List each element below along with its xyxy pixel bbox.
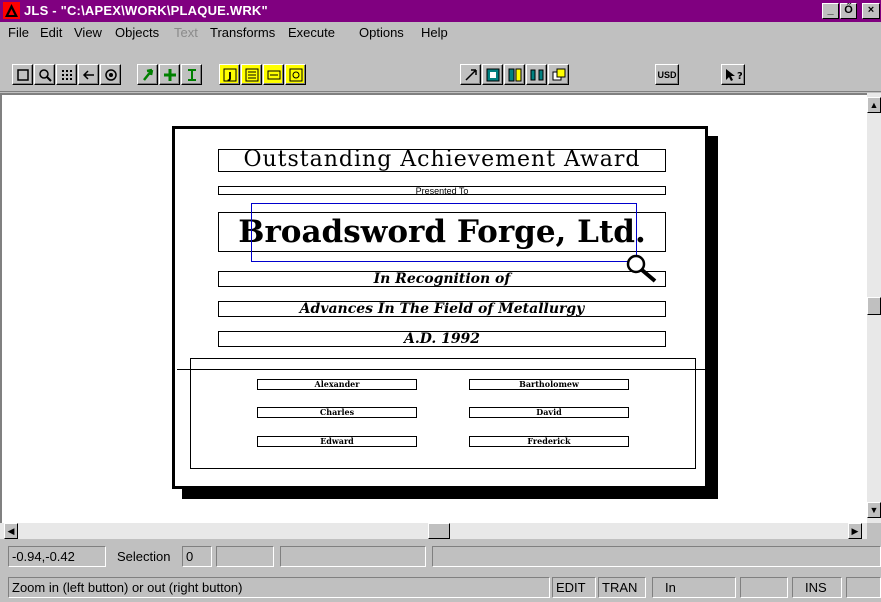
fit-icon: [486, 68, 499, 81]
signer-left-2[interactable]: Charles: [257, 407, 417, 418]
status-field-a: [216, 546, 274, 567]
horizontal-scrollbar[interactable]: ◀ ▶: [0, 523, 867, 539]
transform-icon: [552, 68, 565, 80]
menu-text[interactable]: Text: [174, 25, 198, 40]
green-arrow-icon: [142, 68, 153, 81]
zoom-tool[interactable]: [34, 64, 55, 85]
svg-text:J: J: [227, 71, 232, 82]
field-line[interactable]: Advances In The Field of Metallurgy: [218, 301, 666, 317]
plaque-layout[interactable]: Outstanding Achievement Award Presented …: [172, 126, 708, 489]
distribute-tool[interactable]: [526, 64, 547, 85]
selection-count: 0: [182, 546, 212, 567]
restore-button[interactable]: Ő: [840, 3, 857, 19]
menu-objects[interactable]: Objects: [115, 25, 159, 40]
menu-execute[interactable]: Execute: [288, 25, 335, 40]
signer-right-3[interactable]: Frederick: [469, 436, 629, 447]
green-plus-icon: [163, 68, 176, 81]
diagonal-arrow-icon: [464, 68, 477, 81]
text-frame-tool[interactable]: J: [219, 64, 240, 85]
menu-file[interactable]: File: [8, 25, 29, 40]
help-pointer-button[interactable]: ?: [721, 64, 745, 85]
menu-help[interactable]: Help: [421, 25, 448, 40]
mirror-icon: [508, 68, 521, 81]
guide-line: [177, 369, 707, 370]
app-triangle-icon: [3, 2, 20, 19]
minimize-button[interactable]: _: [822, 3, 839, 19]
status-extra-indicator: [846, 577, 881, 598]
status-field-c: [432, 546, 881, 567]
window-title: JLS - "C:\APEX\WORK\PLAQUE.WRK": [24, 3, 268, 18]
fit-tool[interactable]: [482, 64, 503, 85]
toolbar: J USD ?: [0, 42, 881, 92]
svg-text:?: ?: [737, 71, 742, 82]
selection-label: Selection: [117, 549, 171, 564]
vertical-scroll-thumb[interactable]: [867, 297, 881, 315]
presented-to-line[interactable]: Presented To: [218, 186, 666, 195]
horizontal-scroll-thumb[interactable]: [428, 523, 450, 539]
zoom-cursor-icon: [626, 254, 657, 283]
menu-edit[interactable]: Edit: [40, 25, 62, 40]
date-line[interactable]: A.D. 1992: [218, 331, 666, 347]
insert-mode-indicator: INS: [792, 577, 842, 598]
paragraph-tool[interactable]: [241, 64, 262, 85]
drawing-canvas[interactable]: Outstanding Achievement Award Presented …: [0, 93, 868, 523]
scroll-up-icon[interactable]: ▲: [867, 97, 881, 113]
back-tool[interactable]: [78, 64, 99, 85]
line-text-icon: [267, 70, 280, 79]
edit-mode-indicator: EDIT: [552, 577, 596, 598]
award-title[interactable]: Outstanding Achievement Award: [218, 149, 666, 172]
stretch-tool[interactable]: [460, 64, 481, 85]
status-hint: Zoom in (left button) or out (right butt…: [8, 577, 550, 598]
line-text-tool[interactable]: [263, 64, 284, 85]
application-window: JLS - "C:\APEX\WORK\PLAQUE.WRK" _ Ő × Fi…: [0, 0, 881, 602]
square-icon: [16, 68, 29, 81]
signer-right-2[interactable]: David: [469, 407, 629, 418]
text-cursor-tool[interactable]: [181, 64, 202, 85]
eye-icon: [104, 68, 117, 81]
distribute-icon: [530, 69, 543, 80]
units-indicator: In: [652, 577, 736, 598]
menu-view[interactable]: View: [74, 25, 102, 40]
usd-button[interactable]: USD: [655, 64, 679, 85]
menu-transforms[interactable]: Transforms: [210, 25, 275, 40]
mirror-tool[interactable]: [504, 64, 525, 85]
left-arrow-icon: [82, 69, 94, 80]
coordinates-readout: -0.94,-0.42: [8, 546, 106, 567]
recognition-line[interactable]: In Recognition of: [218, 271, 666, 287]
magnifier-icon: [38, 68, 52, 82]
zoom-marquee: [251, 203, 637, 262]
vertical-scrollbar[interactable]: ▲ ▼: [867, 93, 881, 523]
grid-icon: [61, 69, 72, 80]
grid-tool[interactable]: [56, 64, 77, 85]
signer-left-1[interactable]: Alexander: [257, 379, 417, 390]
transform-tool[interactable]: [548, 64, 569, 85]
help-arrow-icon: ?: [726, 68, 742, 82]
i-beam-icon: [187, 68, 196, 81]
pointer-tool[interactable]: [137, 64, 158, 85]
transform-mode-indicator: TRAN: [598, 577, 646, 598]
status-field-b: [280, 546, 426, 567]
menu-options[interactable]: Options: [359, 25, 404, 40]
scroll-left-icon[interactable]: ◀: [4, 523, 18, 539]
add-point-tool[interactable]: [159, 64, 180, 85]
text-frame-icon: J: [223, 68, 236, 82]
select-box-tool[interactable]: [12, 64, 33, 85]
paragraph-icon: [245, 68, 258, 81]
menu-bar: File Edit View Objects Text Transforms E…: [0, 22, 881, 42]
shape-icon: [289, 68, 302, 81]
status-blank-indicator: [740, 577, 788, 598]
shape-tool[interactable]: [285, 64, 306, 85]
signer-left-3[interactable]: Edward: [257, 436, 417, 447]
scroll-right-icon[interactable]: ▶: [848, 523, 862, 539]
title-bar[interactable]: JLS - "C:\APEX\WORK\PLAQUE.WRK" _ Ő ×: [0, 0, 881, 22]
scroll-down-icon[interactable]: ▼: [867, 502, 881, 518]
signer-right-1[interactable]: Bartholomew: [469, 379, 629, 390]
close-button[interactable]: ×: [862, 3, 880, 19]
preview-tool[interactable]: [100, 64, 121, 85]
